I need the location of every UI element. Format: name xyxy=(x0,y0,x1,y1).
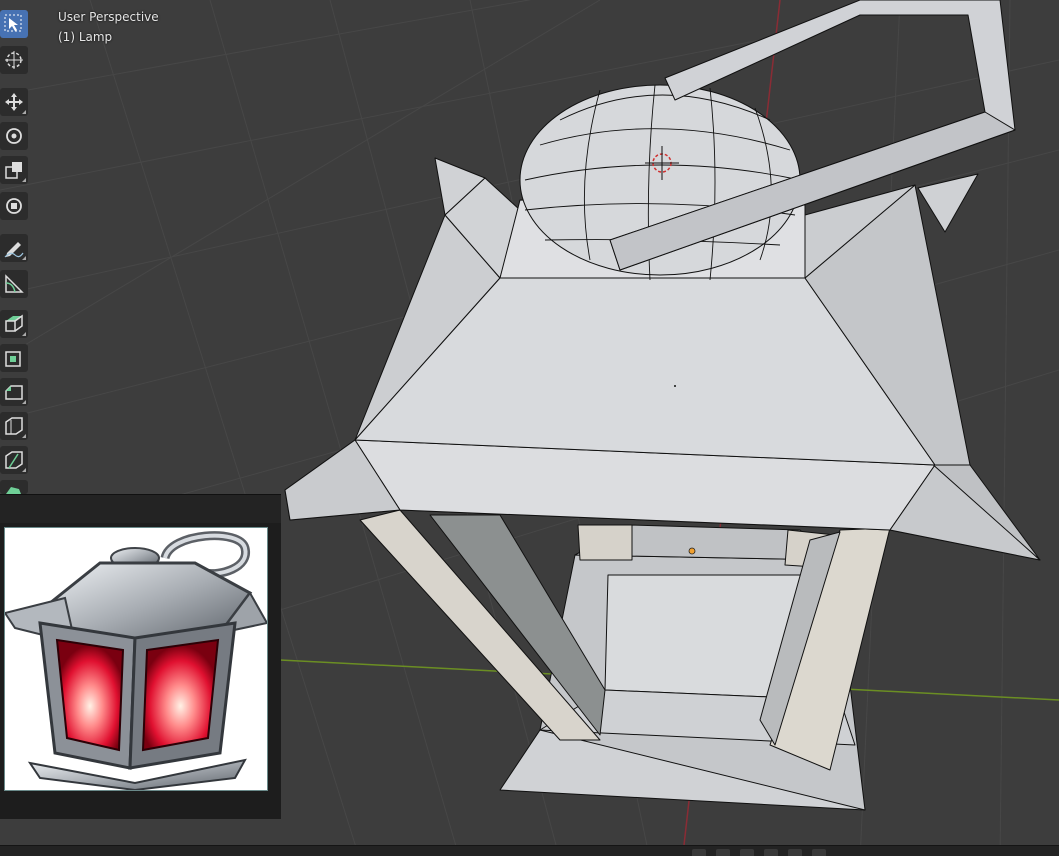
annotate-tool[interactable] xyxy=(0,234,28,262)
inset-tool[interactable] xyxy=(0,344,28,372)
bevel-tool[interactable] xyxy=(0,378,28,406)
poly-build-tool[interactable] xyxy=(0,480,28,494)
rotate-tool[interactable] xyxy=(0,122,28,150)
extrude-tool[interactable] xyxy=(0,310,28,338)
origin-dot xyxy=(688,547,696,555)
loop-cut-tool[interactable] xyxy=(0,412,28,440)
lantern-illustration-icon xyxy=(4,527,268,791)
inset-icon xyxy=(5,351,21,367)
view-mode-label: User Perspective xyxy=(58,10,159,24)
move-tool[interactable] xyxy=(0,88,28,116)
rotate-icon xyxy=(6,128,22,144)
active-object-label: (1) Lamp xyxy=(58,30,113,44)
3d-cursor-icon xyxy=(5,51,23,69)
status-bar xyxy=(0,845,1059,856)
measure-tool[interactable] xyxy=(0,270,28,298)
reference-panel-header xyxy=(0,495,281,523)
select-box-tool[interactable] xyxy=(0,10,28,38)
scale-tool[interactable] xyxy=(0,156,28,184)
cursor-tool[interactable] xyxy=(0,46,28,74)
transform-tool[interactable] xyxy=(0,192,28,220)
knife-tool[interactable] xyxy=(0,446,28,474)
cursor-select-icon xyxy=(4,14,22,32)
ruler-icon xyxy=(5,274,24,293)
transform-icon xyxy=(6,198,22,214)
center-dot xyxy=(674,385,676,387)
reference-image-panel[interactable] xyxy=(0,494,281,819)
